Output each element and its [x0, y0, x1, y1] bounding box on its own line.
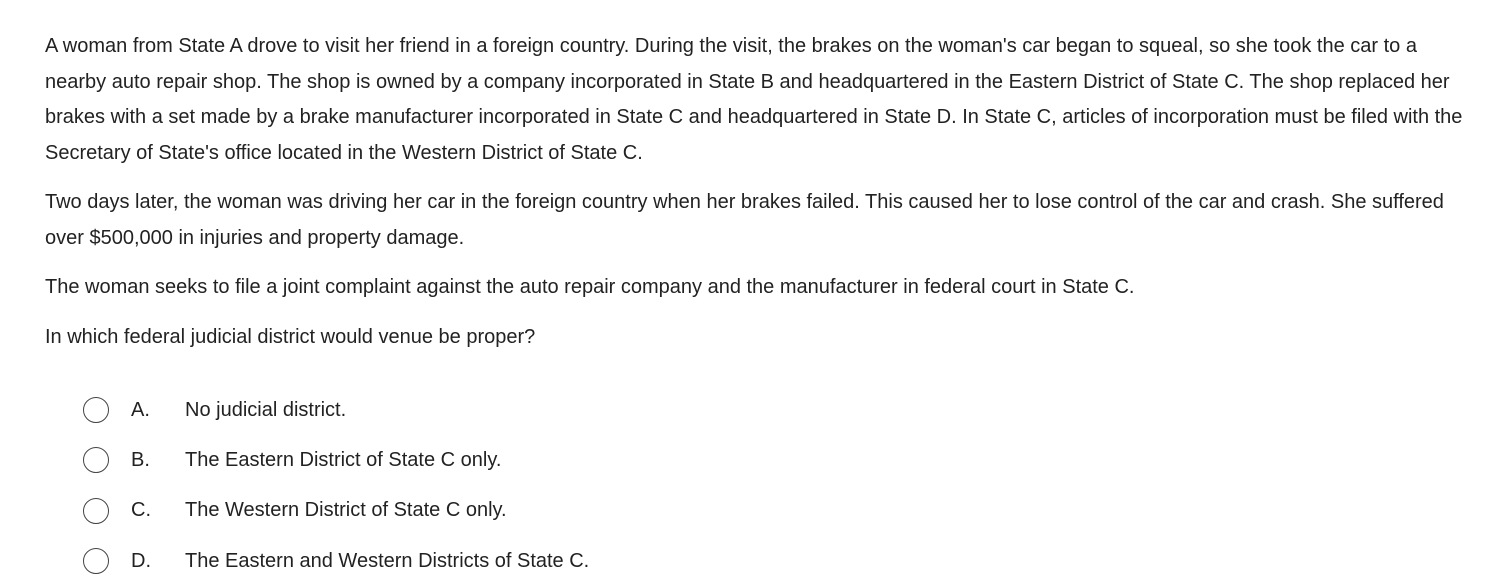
answer-option-b[interactable]: B. The Eastern District of State C only. [83, 435, 589, 485]
answer-option-c[interactable]: C. The Western District of State C only. [83, 486, 589, 536]
option-letter: C. [131, 499, 151, 522]
radio-button-b[interactable] [83, 447, 109, 474]
question-paragraph-complaint: The woman seeks to file a joint complain… [45, 276, 1135, 298]
radio-button-d[interactable] [83, 548, 109, 575]
question-paragraph-accident: Two days later, the woman was driving he… [45, 191, 1444, 249]
option-letter: B. [131, 448, 150, 471]
option-letter: D. [131, 549, 151, 572]
question-paragraph-facts: A woman from State A drove to visit her … [45, 35, 1463, 164]
question-stem: A woman from State A drove to visit her … [45, 29, 1465, 369]
answer-option-a[interactable]: A. No judicial district. [83, 385, 589, 435]
option-text[interactable]: No judicial district. [185, 399, 346, 422]
radio-button-a[interactable] [83, 397, 109, 424]
question-prompt: In which federal judicial district would… [45, 325, 536, 348]
answer-option-d[interactable]: D. The Eastern and Western Districts of … [83, 536, 589, 586]
option-text[interactable]: The Western District of State C only. [185, 499, 507, 522]
answer-options: A. No judicial district. B. The Eastern … [83, 385, 589, 586]
option-text[interactable]: The Eastern District of State C only. [185, 449, 501, 472]
option-letter: A. [131, 398, 150, 421]
radio-button-c[interactable] [83, 497, 109, 524]
option-text[interactable]: The Eastern and Western Districts of Sta… [185, 550, 589, 573]
